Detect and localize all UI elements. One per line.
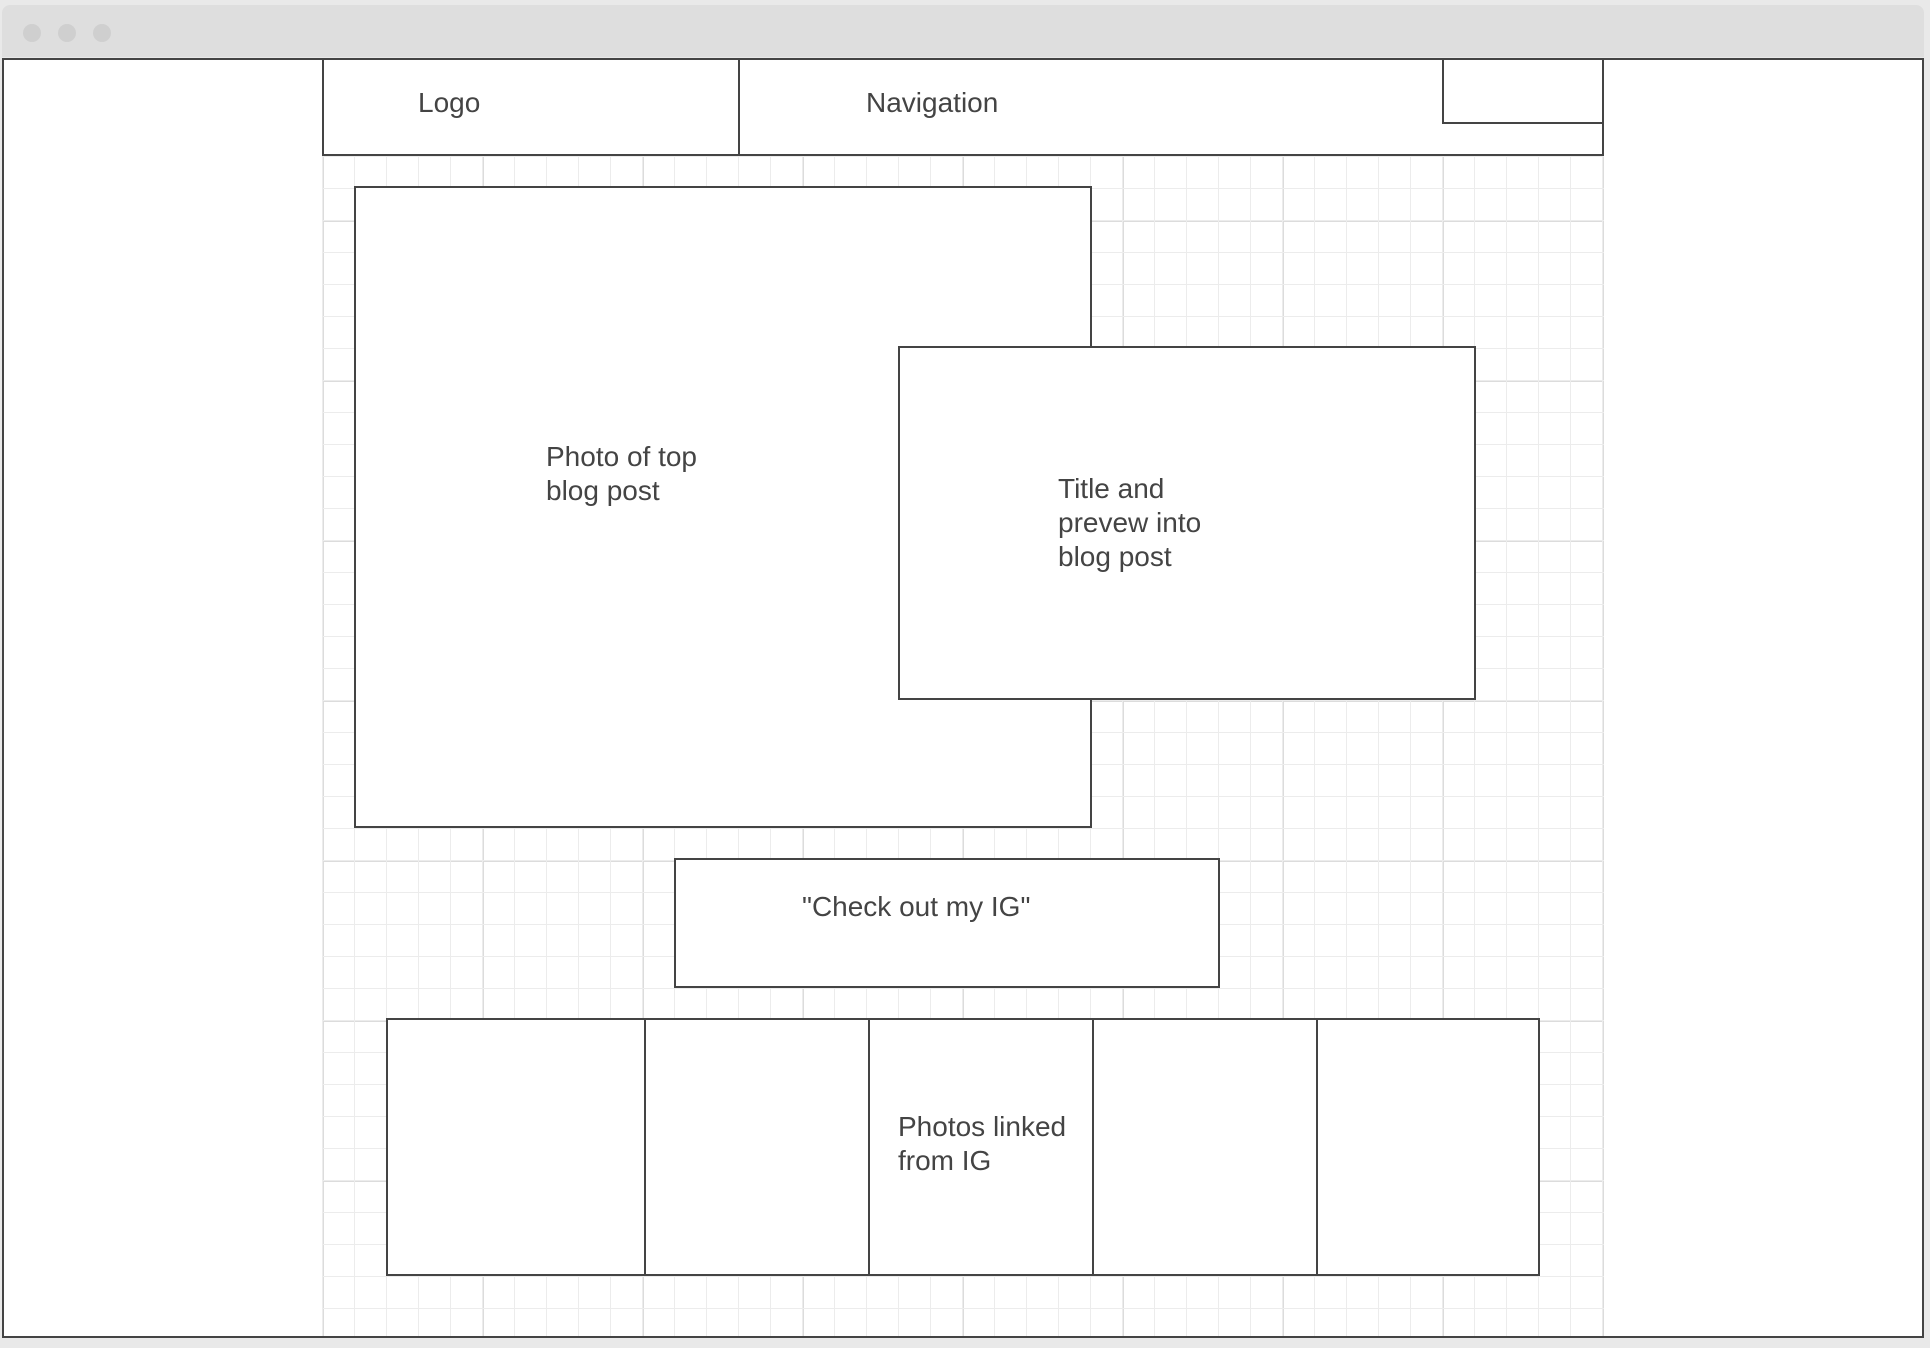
instagram-cta-box[interactable]: "Check out my IG": [674, 858, 1220, 988]
minimize-window-dot[interactable]: [58, 24, 76, 42]
window-titlebar: [2, 5, 1924, 57]
instagram-photo-strip: Photos linked from IG: [386, 1018, 1540, 1276]
top-blog-post-photo-label: Photo of top blog post: [546, 441, 698, 506]
navigation-label: Navigation: [866, 87, 999, 118]
instagram-photo-5[interactable]: [1316, 1020, 1538, 1274]
maximize-window-dot[interactable]: [93, 24, 111, 42]
logo-area[interactable]: Logo: [322, 58, 740, 156]
title-preview-label: Title and prevew into blog post: [1058, 473, 1202, 572]
browser-window: Logo Navigation Photo of top blog post T…: [0, 0, 1930, 1348]
header-corner-button[interactable]: [1442, 58, 1604, 124]
logo-label: Logo: [418, 87, 481, 118]
instagram-photo-3[interactable]: Photos linked from IG: [868, 1020, 1094, 1274]
blog-post-title-preview-card[interactable]: Title and prevew into blog post: [898, 346, 1476, 700]
right-margin-column: [1602, 58, 1924, 1338]
left-margin-column: [2, 58, 324, 1338]
instagram-photo-2[interactable]: [644, 1020, 870, 1274]
close-window-dot[interactable]: [23, 24, 41, 42]
instagram-photos-label: Photos linked from IG: [898, 1111, 1067, 1176]
instagram-photo-4[interactable]: [1092, 1020, 1318, 1274]
instagram-cta-label: "Check out my IG": [802, 891, 1031, 922]
instagram-photo-1[interactable]: [388, 1020, 646, 1274]
